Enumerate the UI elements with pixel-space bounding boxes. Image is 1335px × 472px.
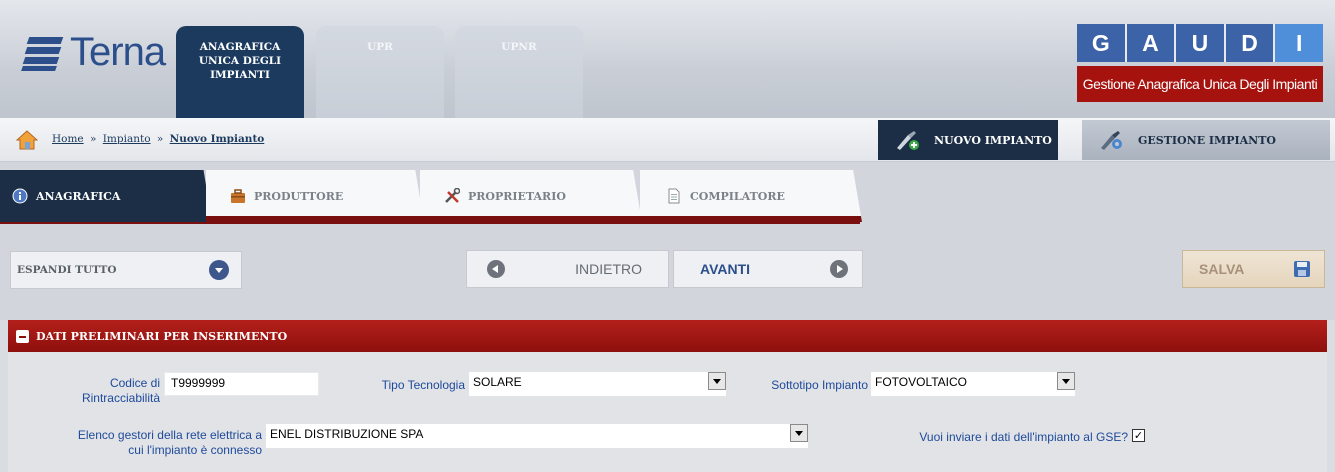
tab-label: PROPRIETARIO	[468, 189, 566, 203]
home-icon[interactable]	[16, 130, 38, 150]
expand-all-icon	[209, 260, 229, 280]
gestione-impianto-button[interactable]: GESTIONE IMPIANTO	[1082, 120, 1330, 160]
codice-rintracciabilita-input[interactable]: T9999999	[164, 372, 319, 396]
nuovo-impianto-button[interactable]: NUOVO IMPIANTO	[878, 120, 1058, 160]
top-tab-upnr[interactable]: UPNR	[455, 26, 583, 119]
codice-label-line: Rintracciabilità	[81, 391, 160, 405]
codice-label-line: Codice di	[109, 376, 160, 390]
tab-label: PRODUTTORE	[254, 189, 344, 203]
top-tab-label: UPNR	[501, 41, 537, 53]
espandi-tutto-button[interactable]: ESPANDI TUTTO	[10, 251, 242, 289]
codice-label: Codice di Rintracciabilità	[60, 376, 160, 406]
indietro-label: INDIETRO	[575, 261, 642, 277]
tab-produttore[interactable]: PRODUTTORE	[206, 170, 424, 222]
collapse-icon[interactable]	[16, 329, 29, 343]
gse-label: Vuoi inviare i dati dell'impianto al GSE…	[919, 430, 1128, 444]
nuovo-impianto-label: NUOVO IMPIANTO	[934, 133, 1052, 147]
gestori-rete-select[interactable]: ENEL DISTRIBUZIONE SPA	[266, 424, 808, 448]
avanti-button[interactable]: AVANTI	[673, 250, 863, 288]
gestione-impianto-label: GESTIONE IMPIANTO	[1138, 133, 1276, 147]
logo-text: Terna	[70, 30, 166, 74]
gestori-value: ENEL DISTRIBUZIONE SPA	[270, 427, 424, 441]
codice-value: T9999999	[171, 376, 226, 390]
avanti-label: AVANTI	[700, 261, 751, 277]
breadcrumb-separator: »	[156, 133, 164, 145]
tab-anagrafica[interactable]: ANAGRAFICA	[0, 170, 212, 222]
manage-plant-icon	[1101, 131, 1122, 150]
tipo-tecnologia-label: Tipo Tecnologia	[381, 378, 465, 392]
form-toolbar: ESPANDI TUTTO INDIETRO AVANTI SALVA	[0, 224, 1335, 320]
document-icon	[668, 188, 680, 204]
tab-label: COMPILATORE	[690, 189, 785, 203]
gaudi-letter: I	[1275, 24, 1323, 62]
breadcrumb-current[interactable]: Nuovo Impianto	[170, 133, 265, 145]
gestori-label: Elenco gestori della rete elettrica a cu…	[10, 428, 262, 458]
arrow-right-icon	[830, 260, 848, 278]
section-header: DATI PRELIMINARI PER INSERIMENTO	[8, 320, 1327, 352]
breadcrumb-separator: »	[90, 133, 97, 145]
arrow-left-icon	[487, 260, 505, 278]
top-tab-label: ANAGRAFICA UNICA DEGLI IMPIANTI	[198, 41, 282, 81]
chevron-down-icon[interactable]	[790, 424, 808, 442]
top-tab-anagrafica[interactable]: ANAGRAFICA UNICA DEGLI IMPIANTI	[176, 26, 304, 119]
tipo-tecnologia-value: SOLARE	[473, 375, 522, 389]
tab-proprietario[interactable]: PROPRIETARIO	[420, 170, 642, 222]
salva-label: SALVA	[1199, 261, 1245, 277]
tab-compilatore[interactable]: COMPILATORE	[640, 170, 862, 222]
gestori-label-line: Elenco gestori della rete elettrica a	[77, 428, 262, 442]
info-icon	[12, 188, 28, 204]
salva-button[interactable]: SALVA	[1182, 250, 1325, 288]
espandi-tutto-label: ESPANDI TUTTO	[17, 264, 117, 276]
chevron-down-icon[interactable]	[708, 372, 726, 390]
breadcrumb: Home » Impianto » Nuovo Impianto	[52, 133, 264, 145]
save-icon	[1294, 261, 1310, 277]
sottotipo-impianto-select[interactable]: FOTOVOLTAICO	[871, 372, 1075, 396]
gaudi-letter: A	[1126, 24, 1177, 62]
gestori-label-line: cui l'impianto è connesso	[128, 443, 262, 457]
terna-logo[interactable]: Terna	[21, 30, 166, 75]
chevron-down-icon[interactable]	[1057, 372, 1075, 390]
briefcase-icon	[231, 189, 245, 203]
terna-logo-icon	[21, 35, 66, 71]
gse-checkbox[interactable]: ✓	[1132, 429, 1145, 442]
tools-icon	[445, 188, 460, 203]
top-tab-upr[interactable]: UPR	[316, 26, 444, 119]
tipo-tecnologia-select[interactable]: SOLARE	[469, 372, 726, 396]
gaudi-letter: D	[1225, 24, 1276, 62]
top-tab-label: UPR	[367, 41, 393, 53]
sottotipo-label: Sottotipo Impianto	[771, 378, 868, 392]
new-plant-icon	[897, 131, 919, 150]
section-title: DATI PRELIMINARI PER INSERIMENTO	[36, 329, 288, 343]
breadcrumb-impianto-link[interactable]: Impianto	[103, 133, 151, 145]
breadcrumb-home-link[interactable]: Home	[52, 133, 84, 145]
gaudi-letter: G	[1077, 24, 1127, 62]
gaudi-letter: U	[1176, 24, 1226, 62]
gaudi-logo: G A U D I Gestione Anagrafica Unica Degl…	[1077, 24, 1323, 102]
indietro-button[interactable]: INDIETRO	[466, 250, 669, 288]
sottotipo-value: FOTOVOLTAICO	[875, 375, 968, 389]
tab-label: ANAGRAFICA	[36, 189, 121, 203]
gaudi-subtitle: Gestione Anagrafica Unica Degli Impianti	[1077, 66, 1323, 102]
app-header: Terna ANAGRAFICA UNICA DEGLI IMPIANTI UP…	[0, 0, 1335, 119]
